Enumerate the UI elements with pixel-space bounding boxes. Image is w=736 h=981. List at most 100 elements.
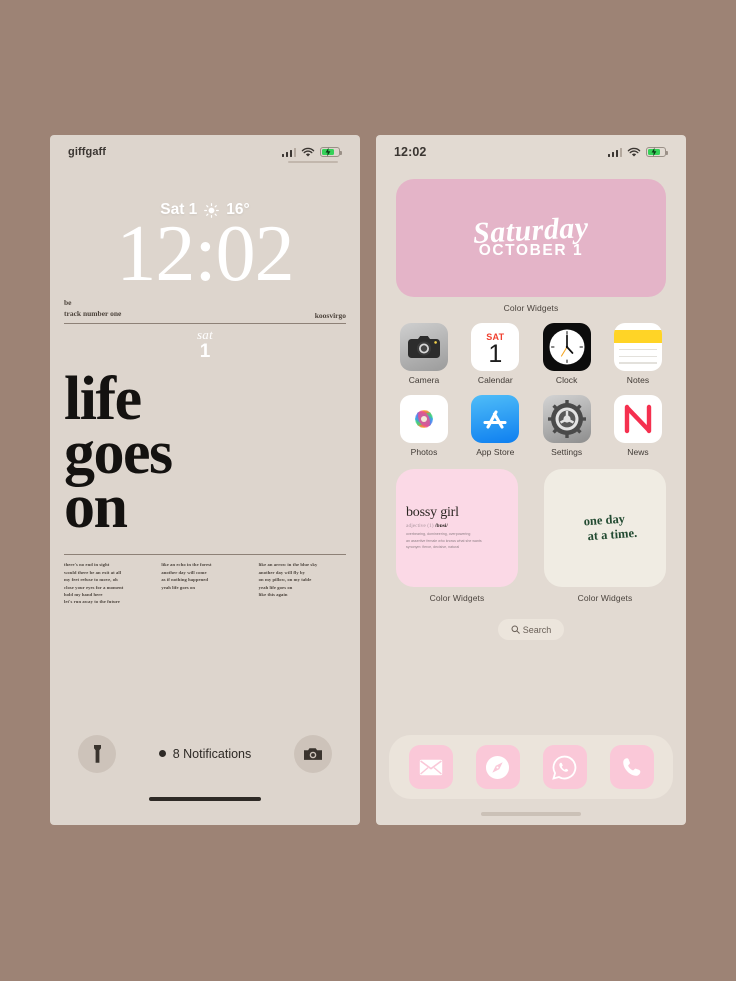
app-label: Settings [551,447,583,457]
app-label: Camera [408,375,440,385]
search-button[interactable]: Search [498,619,564,640]
widget-caption: Color Widgets [577,593,633,603]
app-notes[interactable]: Notes [610,323,666,385]
bossy-girl-widget[interactable]: bossy girl adjective (1) /bɒsi/ overbear… [396,469,518,587]
wallpaper-headline: life goes on [64,365,360,541]
lyric-line: my feet refuse to move, oh [64,577,118,583]
notification-dot-icon [158,750,166,757]
music-widget[interactable]: be track number one koosvirgo [64,298,346,325]
one-day-at-a-time-widget[interactable]: one day at a time. [544,469,666,587]
home-indicator[interactable] [149,796,261,801]
whatsapp-icon [552,755,577,780]
camera-app-icon [400,323,448,371]
search-icon [511,625,520,634]
app-photos[interactable]: Photos [396,395,452,457]
app-label: App Store [476,447,515,457]
lock-status-bar: giffgaff [50,135,360,169]
app-row-2: Photos App Store Settings News [396,395,666,457]
phone-icon [623,757,641,776]
photos-app-icon [400,395,448,443]
lyric-line: close your eyes for a moment [64,584,124,590]
news-app-icon [613,395,662,443]
home-screen-phone: 12:02 Saturday OCTOBER 1 Color Widgets C… [376,135,686,825]
lyric-line: like an arrow in the blue sky [258,562,318,568]
lyric-line: on my pillow, on my table [258,577,312,583]
search-label: Search [522,624,552,635]
calendar-app-icon: SAT 1 [471,323,520,371]
app-label: Photos [410,447,438,457]
lyrics-block: there's no end in sight would there be a… [64,554,346,606]
app-label: News [627,447,649,457]
music-artist: koosvirgo [314,310,346,320]
notifications-count-label: 8 Notifications [172,746,252,761]
dock-app-safari[interactable] [475,745,520,789]
bossy-pronunciation: /bɒsi/ [435,522,448,529]
home-indicator[interactable] [481,812,581,816]
lock-date-widget[interactable]: sat 1 [50,327,360,361]
dock-app-whatsapp[interactable] [542,745,587,789]
dock-app-mail[interactable] [408,745,453,789]
wifi-icon [627,147,641,157]
music-line2: track number one [64,309,122,319]
calendar-day: 1 [488,339,503,368]
clock-app-icon [542,323,591,371]
app-camera[interactable]: Camera [396,323,452,385]
safari-compass-icon [485,755,510,779]
oneday-line-2: at a time. [587,525,638,544]
battery-charging-icon [646,146,669,158]
lyric-line: as if nothing happened [161,577,209,583]
bossy-title: bossy girl [406,504,459,520]
notes-app-icon [613,323,662,371]
lyric-line: would there be an exit at all [64,569,122,575]
app-label: Calendar [477,375,513,385]
app-settings[interactable]: Settings [539,395,595,457]
mail-icon [419,759,442,775]
app-clock[interactable]: Clock [539,323,595,385]
lyrics-divider [64,554,346,556]
carrier-label: giffgaff [68,146,107,158]
music-divider [64,322,346,325]
headline-line-2: goes [64,418,173,487]
status-underline [288,161,338,163]
wallpaper-mockup-canvas: giffgaff Sat 1 16° 12:02 be track number… [0,0,736,981]
camera-icon [303,747,322,760]
status-icons [281,146,343,158]
cellular-bars-icon [607,147,622,157]
battery-charging-icon [320,146,343,158]
lyric-line: another day will come [161,569,207,575]
music-line1: be [64,298,72,308]
bossy-definition-line: synonym: fierce, decisive, natural [406,544,460,549]
saturday-october-widget[interactable]: Saturday OCTOBER 1 [396,179,666,297]
lyric-line: yeah life goes on [258,584,293,590]
camera-button[interactable] [293,734,332,773]
notifications-summary[interactable]: 8 Notifications [158,746,252,761]
home-clock-label: 12:02 [394,145,427,159]
lyrics-column: like an echo in the forest another day w… [161,561,248,606]
wifi-icon [301,147,315,157]
app-news[interactable]: News [610,395,666,457]
app-calendar[interactable]: SAT 1 Calendar [467,323,523,385]
flashlight-icon [93,744,101,763]
lock-clock: 12:02 [116,210,294,298]
dock [389,735,673,799]
small-widget-row: bossy girl adjective (1) /bɒsi/ overbear… [396,469,666,603]
widget-caption: Color Widgets [503,303,559,313]
headline-line-3: on [64,472,128,541]
lyric-line: another day will fly by [258,569,306,575]
app-label: Notes [626,375,650,385]
lyric-line: let's run away to the future [64,599,120,605]
lyrics-column: there's no end in sight would there be a… [64,561,151,606]
dock-app-phone[interactable] [609,745,654,789]
app-row-1: Camera SAT 1 Calendar Clock Notes [396,323,666,385]
lock-screen-phone: giffgaff Sat 1 16° 12:02 be track number… [50,135,360,825]
bossy-definition: overbearing, domineering, overpowering a… [406,531,508,550]
home-status-bar: 12:02 [376,135,686,169]
app-appstore[interactable]: App Store [467,395,523,457]
widget-caption: Color Widgets [429,593,485,603]
appstore-app-icon [471,395,520,443]
flashlight-button[interactable] [78,734,116,773]
saturday-script-text: Saturday [472,210,590,251]
settings-app-icon [542,395,591,443]
lyric-line: like this again [258,591,288,597]
headline-line-1: life [64,365,142,434]
